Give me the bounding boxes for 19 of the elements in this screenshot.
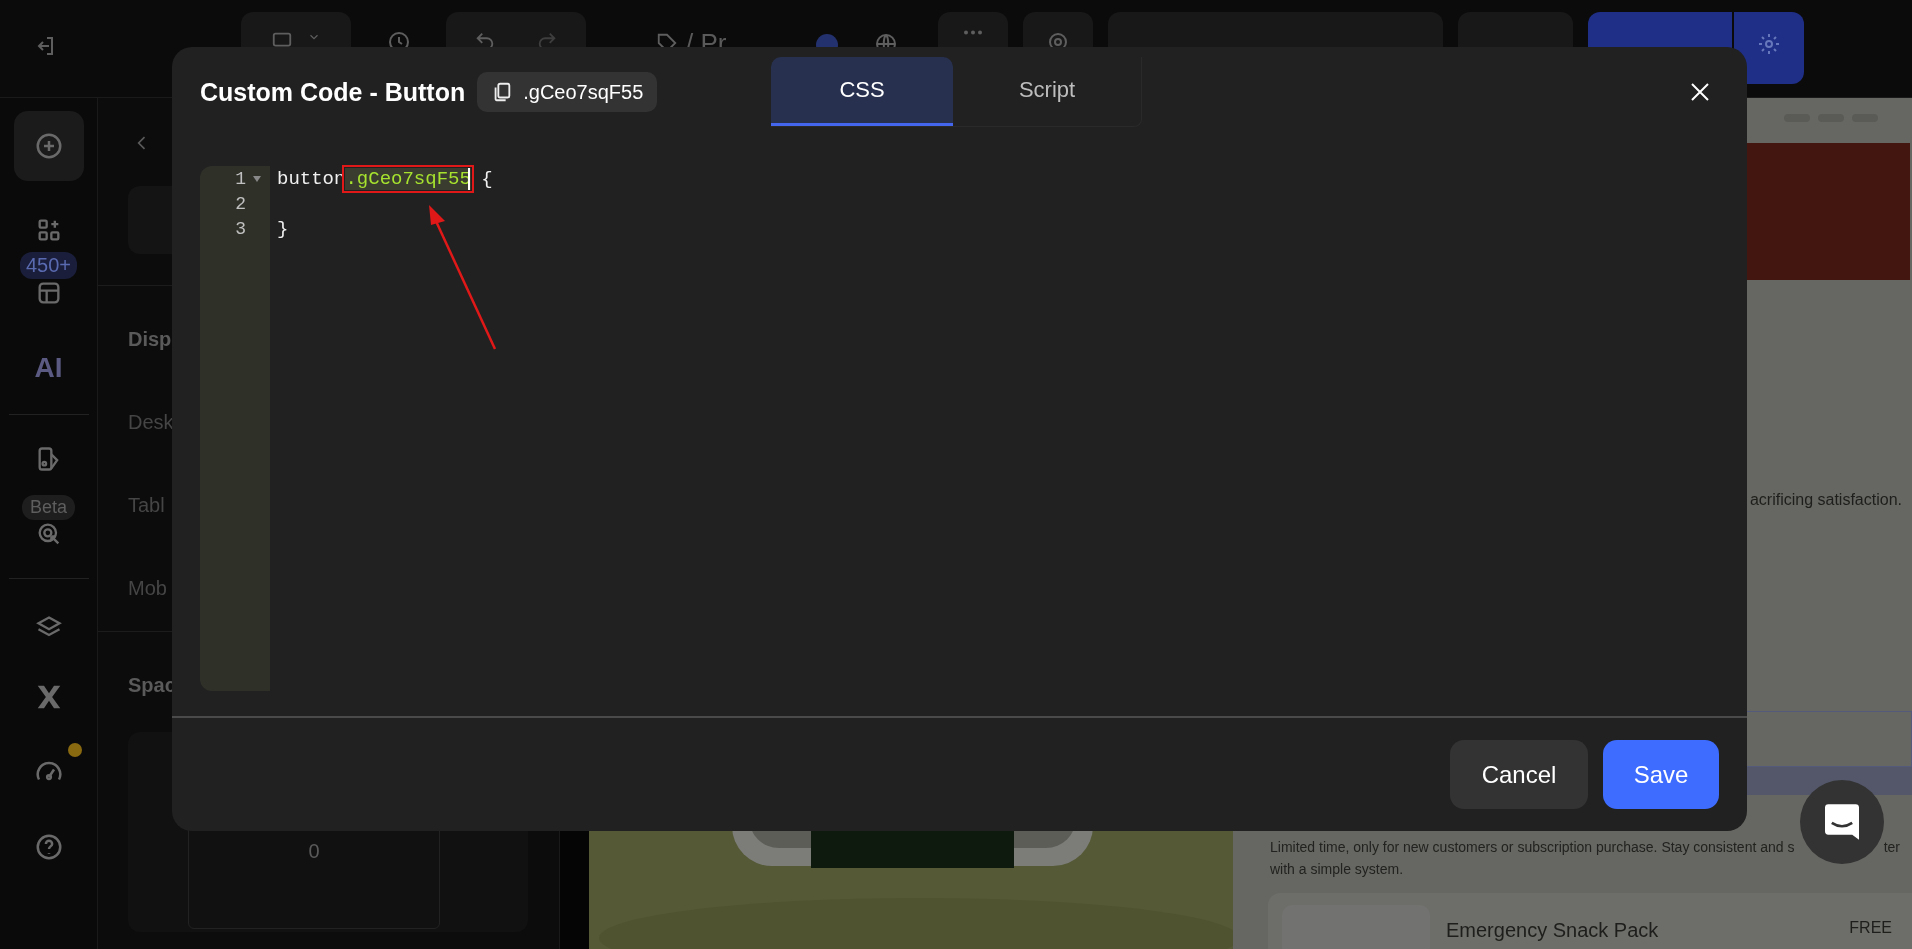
product-price: FREE bbox=[1849, 919, 1892, 937]
offer-text: Limited time, only for new customers or subscription purchase. Stay consistent and s bbox=[1270, 838, 1795, 857]
device-label: Desk bbox=[128, 411, 175, 434]
code-text: .gCeo7sqF55 bbox=[345, 167, 471, 190]
line-number: 2 bbox=[235, 193, 246, 214]
line-number: 1 bbox=[235, 168, 246, 189]
offer-text: ter bbox=[1883, 838, 1900, 857]
device-label: Tabl bbox=[128, 494, 166, 517]
beta-badge: Beta bbox=[22, 495, 75, 520]
code-text: { bbox=[480, 167, 493, 190]
templates-count-badge: 450+ bbox=[19, 252, 78, 279]
section-heading: Disp bbox=[128, 328, 173, 351]
code-text: } bbox=[277, 217, 289, 240]
line-number: 3 bbox=[235, 218, 246, 239]
device-label: Mob bbox=[128, 577, 168, 600]
offer-text: with a simple system. bbox=[1269, 860, 1405, 879]
product-name: Emergency Snack Pack bbox=[1446, 919, 1659, 942]
description-text: acrificing satisfaction. bbox=[1749, 490, 1902, 510]
dialog-title: Custom Code - Button bbox=[200, 77, 466, 107]
